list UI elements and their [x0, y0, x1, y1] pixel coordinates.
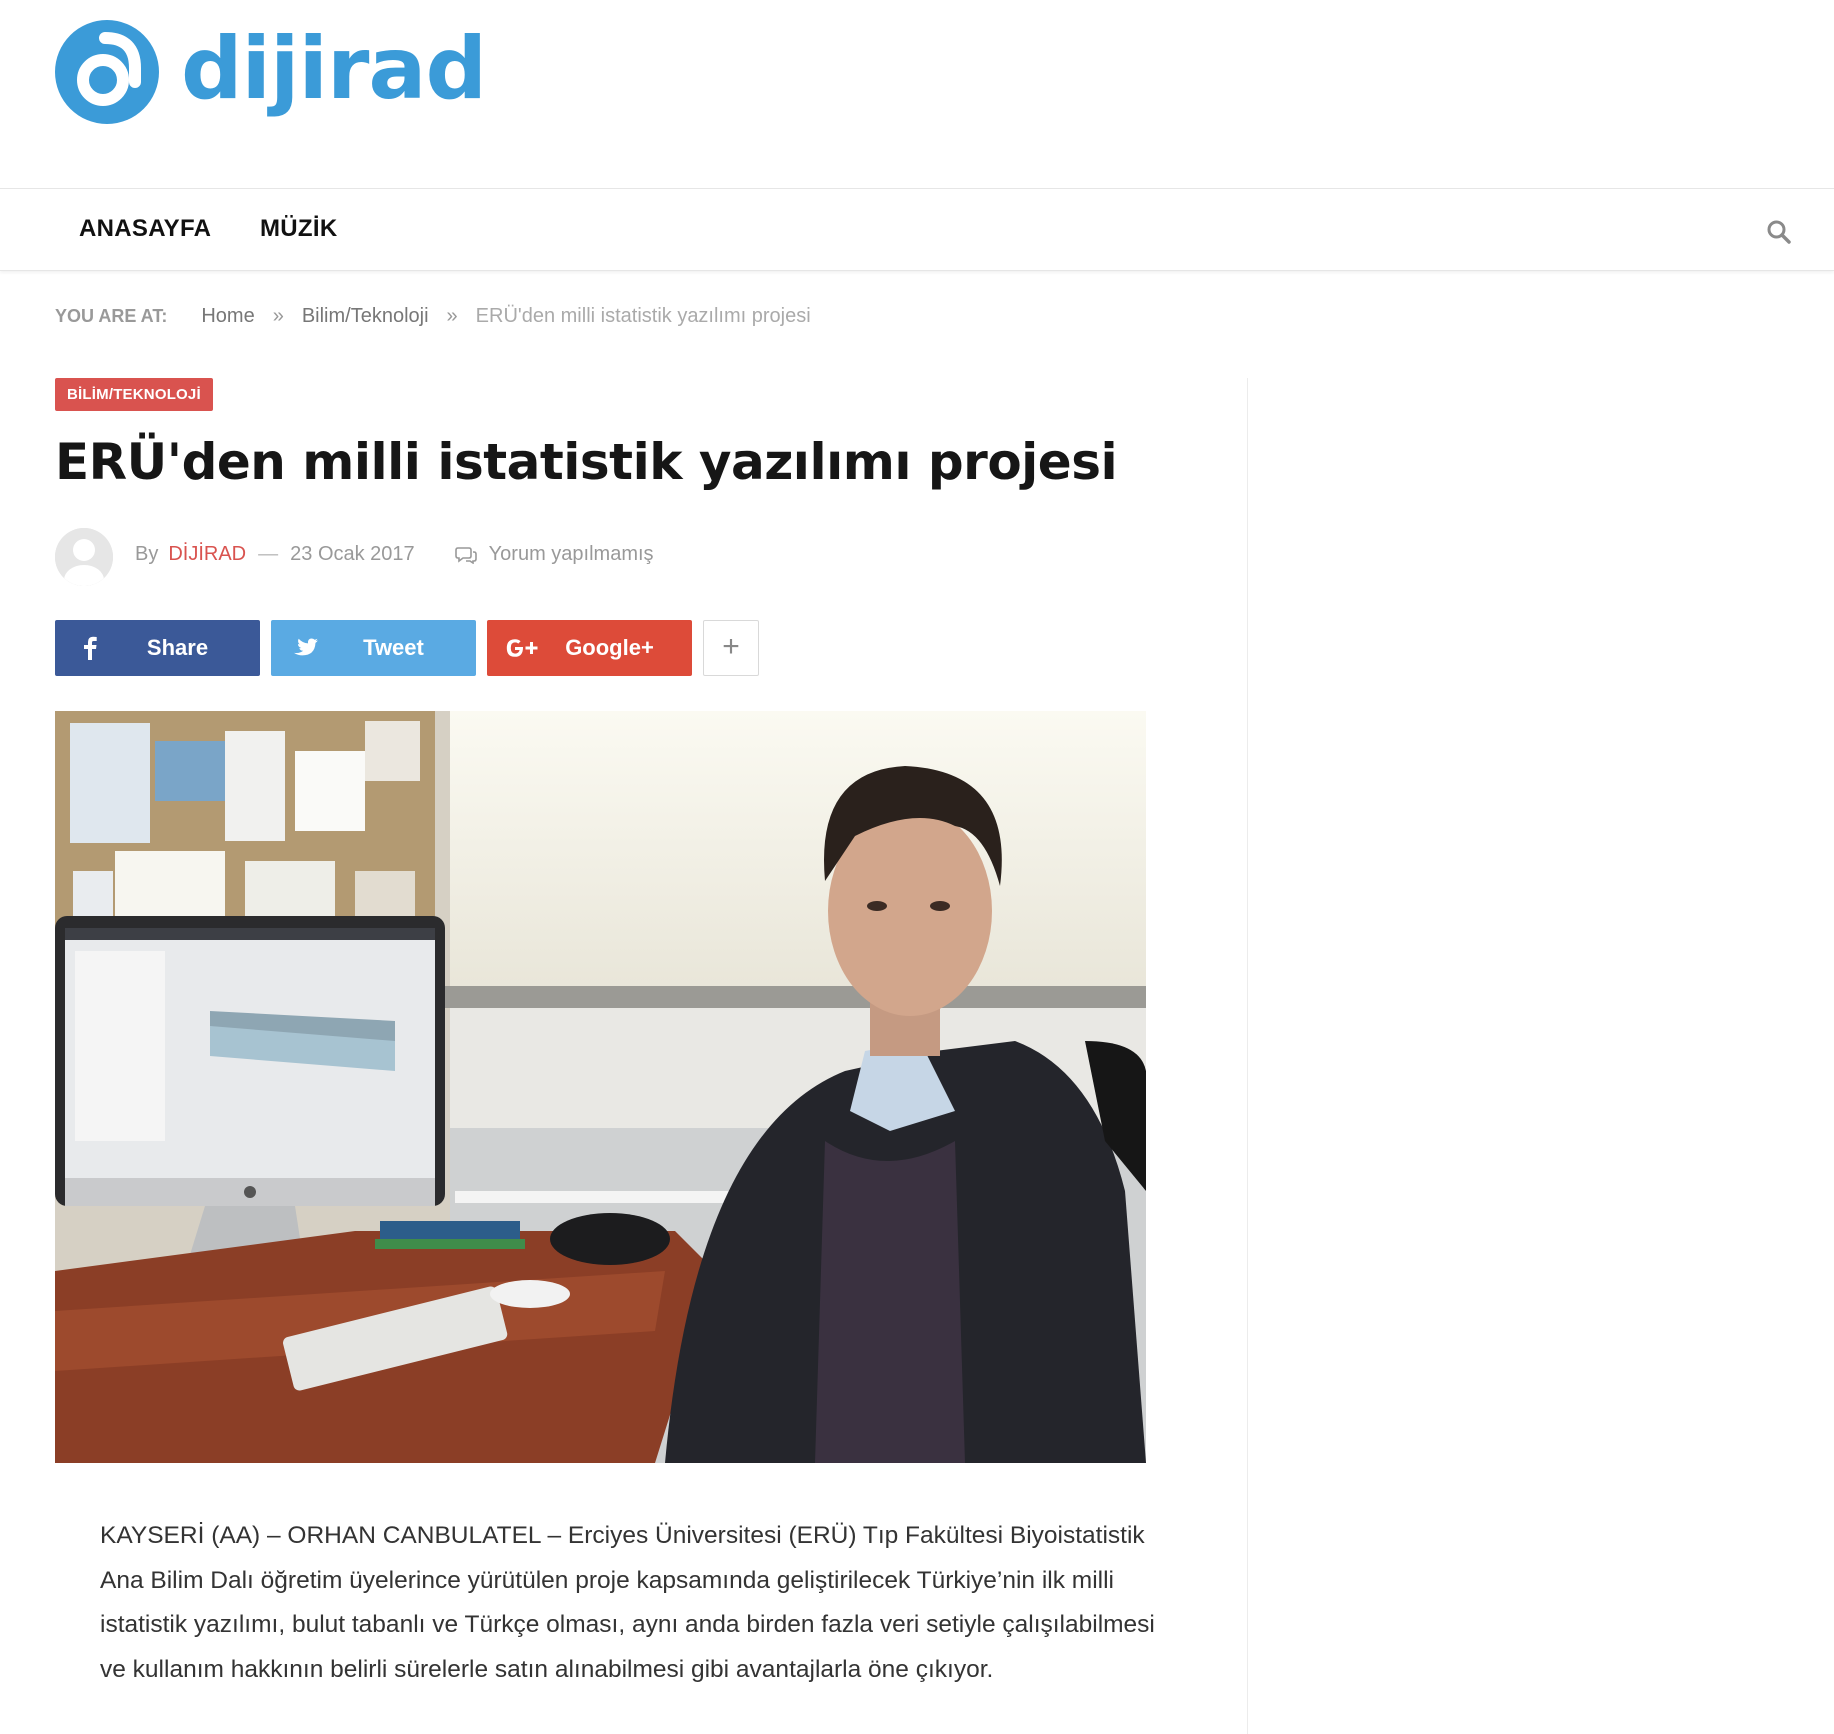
nav-item-anasayfa[interactable]: ANASAYFA [79, 215, 211, 243]
meta-author[interactable]: DİJİRAD [168, 543, 246, 566]
meta-dash: — [258, 543, 279, 565]
breadcrumb-separator: » [272, 305, 284, 327]
more-share-button[interactable]: + [703, 620, 759, 676]
article-title: ERÜ'den milli istatistik yazılımı projes… [55, 433, 1118, 491]
facebook-share-label: Share [146, 635, 209, 660]
author-avatar[interactable] [55, 528, 113, 586]
article-meta: By DİJİRAD — 23 Ocak 2017 Yorum yapılmam… [135, 543, 654, 566]
meta-comments[interactable]: Yorum yapılmamış [489, 543, 654, 566]
facebook-share-button[interactable]: Share [55, 620, 260, 676]
meta-by: By [135, 543, 159, 565]
sidebar-divider [1247, 378, 1248, 1734]
google-plus-share-button[interactable]: Google+ [487, 620, 692, 676]
meta-date: 23 Ocak 2017 [290, 543, 415, 565]
breadcrumb-category[interactable]: Bilim/Teknoloji [302, 305, 429, 328]
twitter-share-button[interactable]: Tweet [271, 620, 476, 676]
main-nav: ANASAYFA MÜZİK [0, 188, 1834, 271]
nav-item-muzik[interactable]: MÜZİK [260, 215, 337, 243]
breadcrumb-current: ERÜ'den milli istatistik yazılımı projes… [475, 305, 811, 327]
comments-icon [454, 546, 477, 564]
category-badge[interactable]: BİLİM/TEKNOLOJİ [55, 378, 213, 411]
search-icon[interactable] [1766, 219, 1792, 245]
breadcrumb: YOU ARE AT: Home » Bilim/Teknoloji » ERÜ… [55, 305, 811, 328]
breadcrumb-home[interactable]: Home [201, 305, 254, 328]
article-body-paragraph: KAYSERİ (AA) – ORHAN CANBULATEL – Erciye… [100, 1522, 1155, 1683]
twitter-share-label: Tweet [363, 635, 424, 660]
breadcrumb-separator: » [446, 305, 458, 327]
logo-icon [55, 20, 159, 124]
article-photo [55, 711, 1146, 1463]
logo-text: dijirad [181, 19, 487, 119]
breadcrumb-label: YOU ARE AT: [55, 306, 168, 326]
google-plus-icon [487, 638, 557, 658]
facebook-icon [55, 636, 125, 660]
twitter-icon [271, 638, 341, 658]
google-plus-share-label: Google+ [565, 635, 654, 660]
site-logo[interactable]: dijirad [55, 17, 487, 127]
